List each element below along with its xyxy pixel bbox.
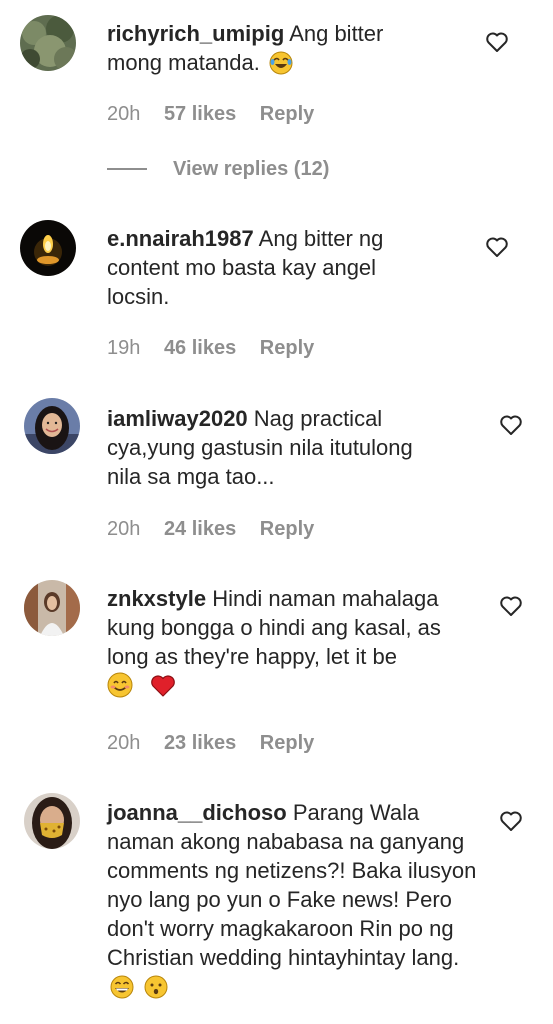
smiling-face-icon — [107, 672, 133, 705]
reply-button[interactable]: Reply — [260, 103, 314, 125]
comment-4: znkxstyle Hindi naman mahalaga kung bong… — [0, 570, 553, 780]
likes-count[interactable]: 23 likes — [164, 732, 236, 754]
likes-count[interactable]: 24 likes — [164, 518, 236, 540]
comment-text: iamliway2020 Nag practical cya,yung gast… — [107, 404, 417, 491]
comment-5: joanna__dichoso Parang Wala naman akong … — [0, 780, 553, 1024]
reply-button[interactable]: Reply — [260, 518, 314, 540]
avatar[interactable] — [20, 220, 76, 276]
comment-body: Parang Wala naman akong nababasa na gany… — [107, 800, 477, 970]
comment-text: e.nnairah1987 Ang bitter ng content mo b… — [107, 224, 407, 311]
comment-2: e.nnairah1987 Ang bitter ng content mo b… — [0, 200, 553, 380]
comment-meta: 20h 24 likes Reply — [107, 518, 332, 541]
comment-text: joanna__dichoso Parang Wala naman akong … — [107, 798, 487, 1006]
heart-outline-icon[interactable] — [499, 595, 523, 617]
comment-text: richyrich_umipig Ang bitter mong matanda… — [107, 19, 407, 82]
timestamp: 20h — [107, 732, 141, 754]
comment-meta: 20h 23 likes Reply — [107, 732, 332, 755]
timestamp: 20h — [107, 103, 141, 125]
avatar[interactable] — [24, 793, 80, 849]
heart-outline-icon[interactable] — [485, 236, 509, 258]
reply-button[interactable]: Reply — [260, 732, 314, 754]
avatar[interactable] — [24, 398, 80, 454]
timestamp: 20h — [107, 518, 141, 540]
likes-count[interactable]: 57 likes — [164, 103, 236, 125]
face-with-tears-of-joy-icon — [269, 51, 293, 82]
comment-meta: 20h 57 likes Reply — [107, 103, 332, 126]
comment-3: iamliway2020 Nag practical cya,yung gast… — [0, 380, 553, 570]
reply-button[interactable]: Reply — [260, 337, 314, 359]
divider-line — [107, 168, 147, 170]
view-replies-button[interactable]: View replies (12) — [107, 158, 329, 180]
heart-outline-icon[interactable] — [499, 414, 523, 436]
avatar[interactable] — [24, 580, 80, 636]
username[interactable]: iamliway2020 — [107, 406, 248, 431]
comment-text: znkxstyle Hindi naman mahalaga kung bong… — [107, 584, 477, 705]
view-replies-label[interactable]: View replies (12) — [173, 158, 329, 181]
avatar[interactable] — [20, 15, 76, 71]
comment-1: richyrich_umipig Ang bitter mong matanda… — [0, 0, 553, 200]
grinning-face-icon — [110, 975, 134, 1006]
hushed-face-icon — [144, 975, 168, 1006]
timestamp: 19h — [107, 337, 141, 359]
username[interactable]: joanna__dichoso — [107, 800, 287, 825]
comment-meta: 19h 46 likes Reply — [107, 337, 332, 360]
username[interactable]: richyrich_umipig — [107, 21, 284, 46]
heart-outline-icon[interactable] — [485, 31, 509, 53]
username[interactable]: e.nnairah1987 — [107, 226, 254, 251]
red-heart-icon — [150, 674, 176, 705]
heart-outline-icon[interactable] — [499, 810, 523, 832]
likes-count[interactable]: 46 likes — [164, 337, 236, 359]
username[interactable]: znkxstyle — [107, 586, 206, 611]
